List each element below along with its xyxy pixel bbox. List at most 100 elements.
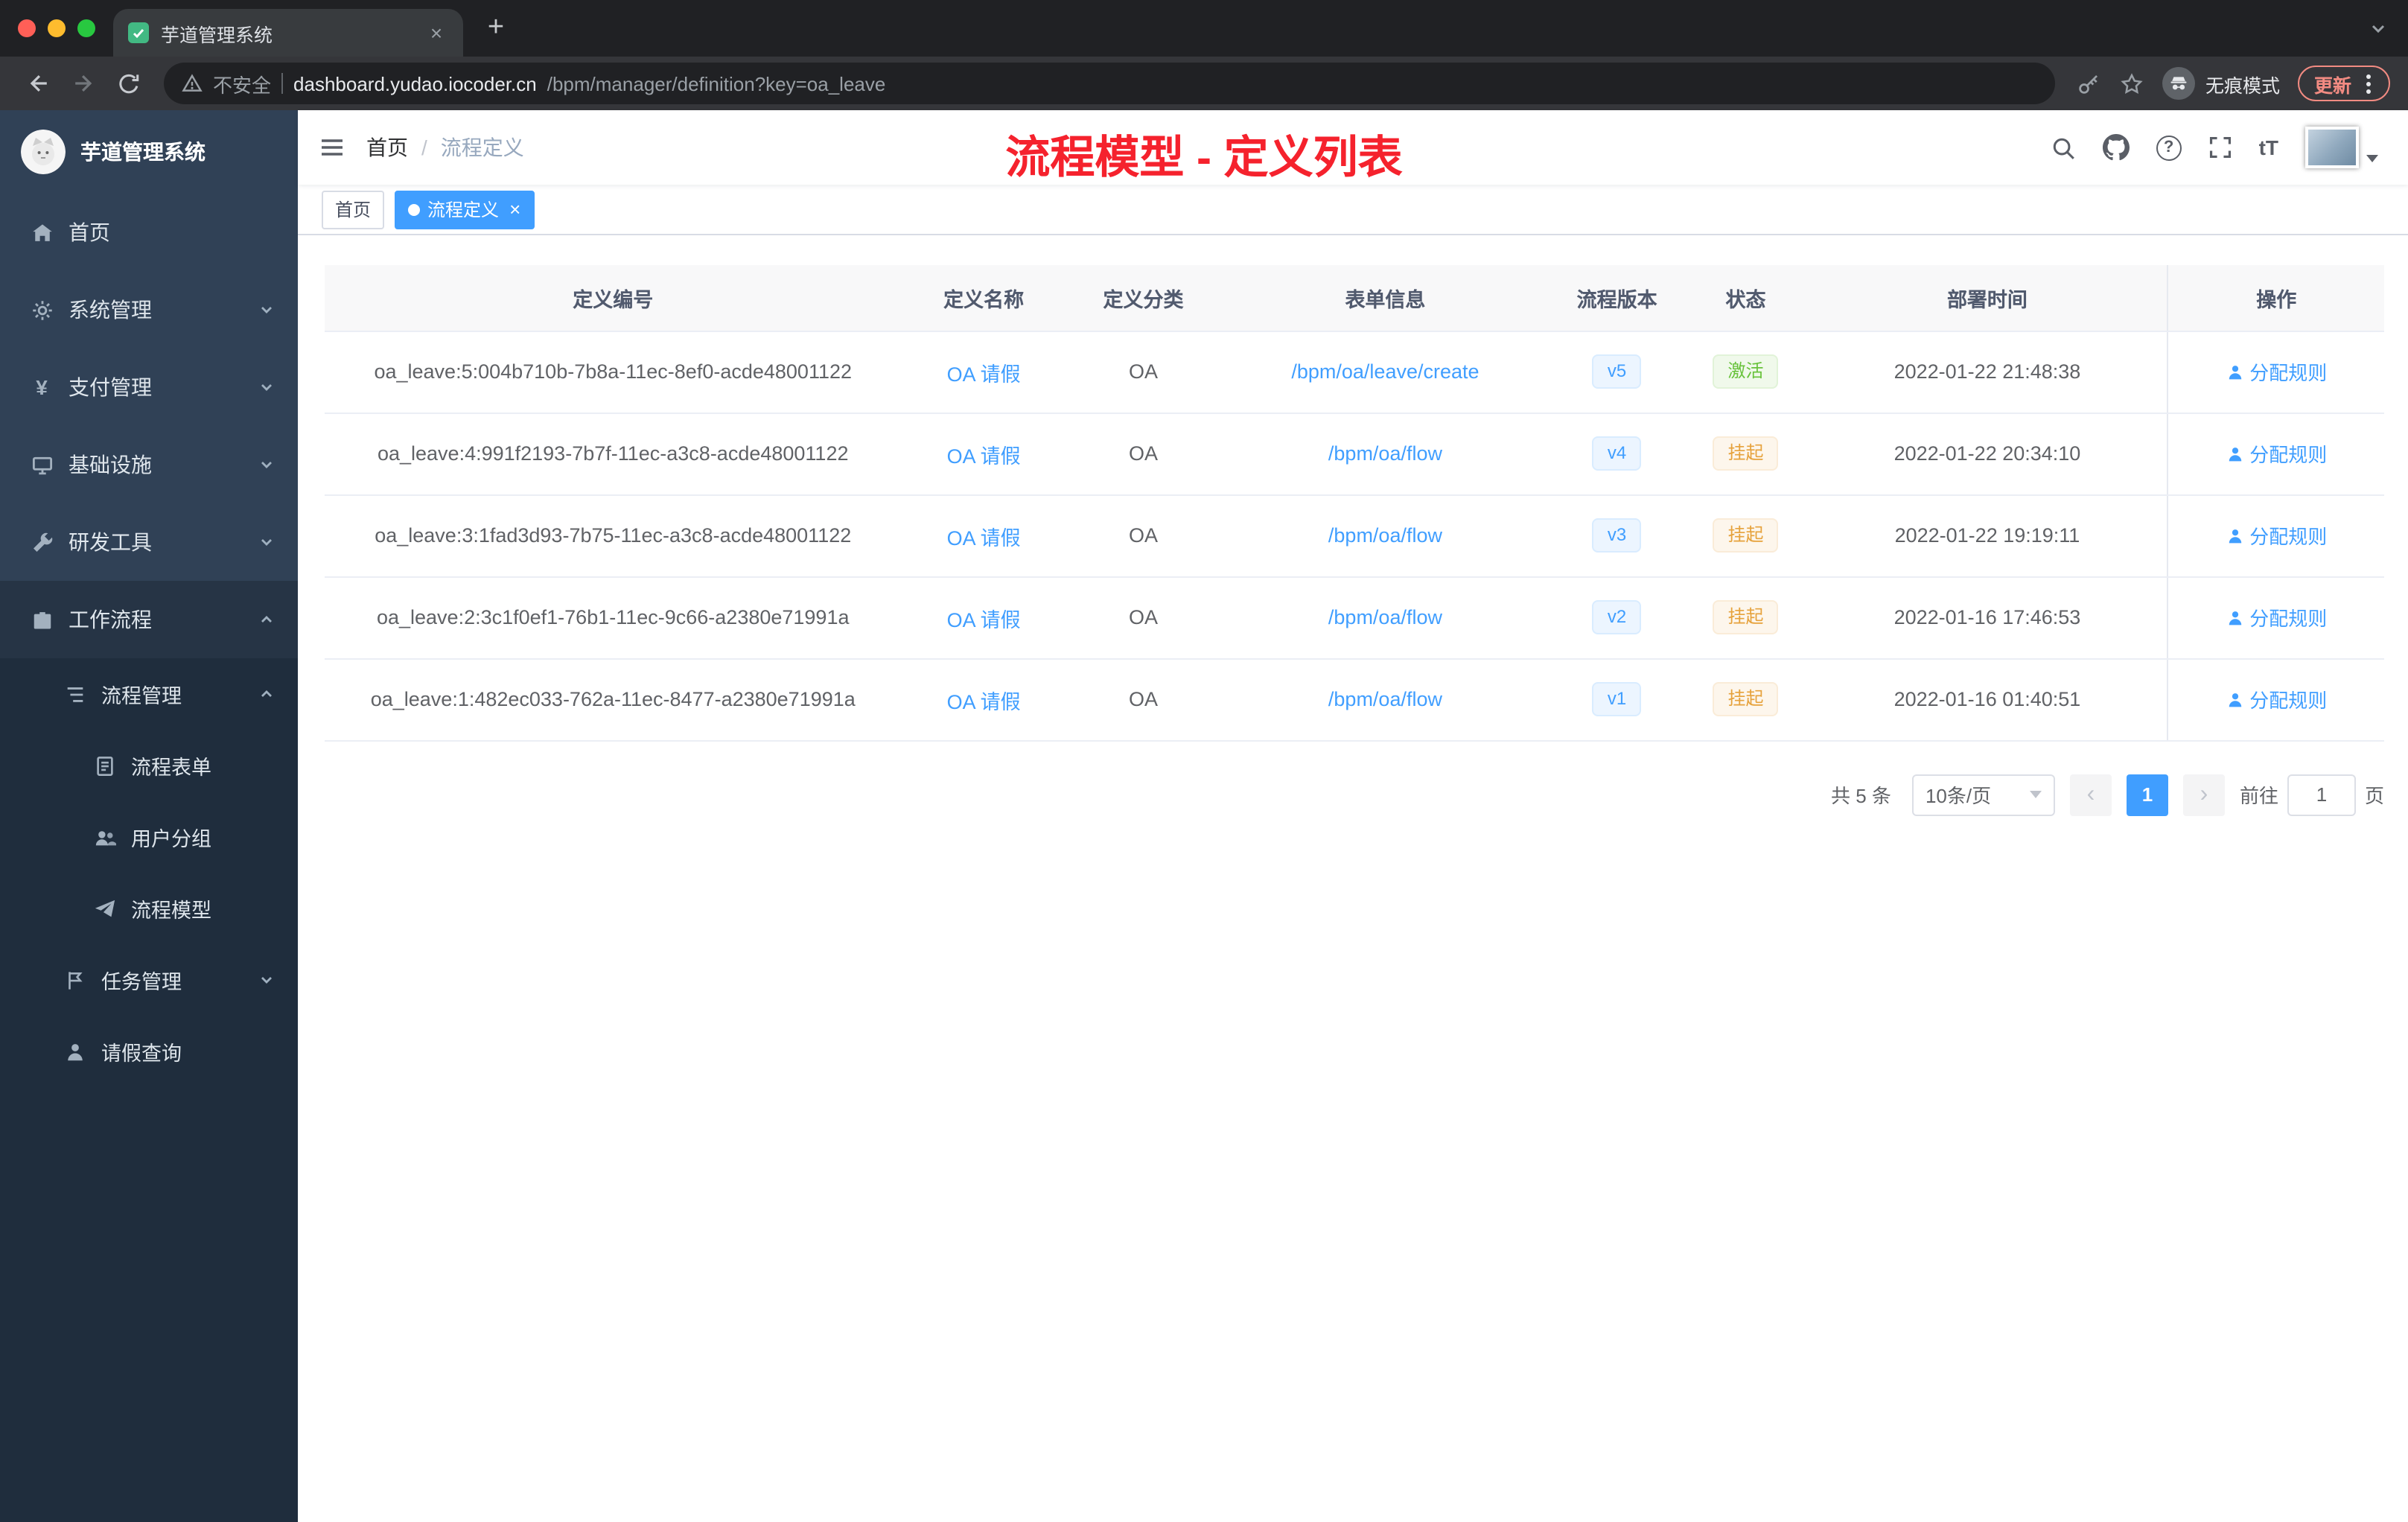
- sidebar-item-task-mgmt[interactable]: 任务管理: [0, 944, 298, 1016]
- definition-name-link[interactable]: OA 请假: [947, 445, 1021, 467]
- sidebar-item-payment[interactable]: ¥ 支付管理: [0, 348, 298, 426]
- incognito-label: 无痕模式: [2205, 75, 2280, 96]
- browser-tab[interactable]: 芋道管理系统 ×: [113, 9, 463, 57]
- flag-icon: [63, 969, 86, 991]
- form-link[interactable]: /bpm/oa/flow: [1328, 442, 1442, 465]
- address-bar: 不安全 dashboard.yudao.iocoder.cn/bpm/manag…: [0, 57, 2408, 110]
- assign-rule-link[interactable]: 分配规则: [2226, 603, 2327, 631]
- tab-search-chevron-icon[interactable]: [2369, 19, 2387, 37]
- chevron-down-icon: [259, 535, 274, 550]
- sidebar-item-home[interactable]: 首页: [0, 194, 298, 271]
- password-key-icon[interactable]: [2076, 71, 2101, 96]
- logo-row[interactable]: 芋道管理系统: [0, 110, 298, 194]
- avatar[interactable]: [2305, 127, 2359, 168]
- page-size-select[interactable]: 10条/页: [1911, 774, 2055, 815]
- goto-suffix: 页: [2364, 785, 2384, 807]
- reload-button[interactable]: [107, 63, 149, 104]
- help-icon[interactable]: ?: [2156, 135, 2182, 160]
- url-path: /bpm/manager/definition?key=oa_leave: [547, 72, 886, 95]
- definition-name-link[interactable]: OA 请假: [947, 690, 1021, 713]
- chevron-down-icon: [259, 380, 274, 395]
- sidebar-item-label: 工作流程: [69, 608, 152, 631]
- view-tag[interactable]: 首页: [322, 190, 385, 229]
- table-row: oa_leave:2:3c1f0ef1-76b1-11ec-9c66-a2380…: [325, 576, 2384, 659]
- sidebar-item-leave-query[interactable]: 请假查询: [0, 1016, 298, 1087]
- cell-status: 挂起: [1684, 494, 1808, 577]
- tag-close-icon[interactable]: ×: [509, 200, 520, 219]
- search-icon[interactable]: [2051, 135, 2076, 160]
- cell-version: v2: [1549, 576, 1684, 659]
- close-window-button[interactable]: [18, 19, 36, 37]
- fullscreen-icon[interactable]: [2208, 136, 2232, 159]
- cell-actions: 分配规则: [2167, 413, 2384, 495]
- assign-rule-link[interactable]: 分配规则: [2226, 685, 2327, 713]
- more-menu-icon[interactable]: [2366, 81, 2371, 86]
- bookmark-star-icon[interactable]: [2119, 71, 2144, 96]
- cell-actions: 分配规则: [2167, 658, 2384, 741]
- app-title: 芋道管理系统: [80, 140, 206, 164]
- cell-form: /bpm/oa/flow: [1220, 658, 1550, 741]
- page-number-button[interactable]: 1: [2126, 774, 2168, 815]
- sidebar-item-process-model[interactable]: 流程模型: [0, 873, 298, 944]
- status-badge: 激活: [1713, 354, 1779, 389]
- sidebar-item-user-group[interactable]: 用户分组: [0, 801, 298, 873]
- tab-close-icon[interactable]: ×: [424, 21, 448, 45]
- cell-definition-name: OA 请假: [901, 331, 1066, 413]
- prev-page-button[interactable]: ‹: [2069, 774, 2112, 815]
- sidebar-item-process-form[interactable]: 流程表单: [0, 730, 298, 801]
- cell-form: /bpm/oa/flow: [1220, 413, 1550, 495]
- screen: 芋道管理系统 × + 不安全 dashboard.yudao.iocoder.c…: [0, 0, 2408, 1522]
- version-badge: v3: [1592, 518, 1642, 553]
- back-button[interactable]: [18, 63, 60, 104]
- user-icon: [2226, 526, 2243, 544]
- users-icon: [92, 826, 116, 848]
- hamburger-icon[interactable]: [319, 134, 345, 161]
- sidebar-item-process-mgmt[interactable]: 流程管理: [0, 658, 298, 730]
- breadcrumb-home[interactable]: 首页: [366, 133, 408, 162]
- new-tab-button[interactable]: +: [475, 7, 517, 49]
- user-icon: [2226, 608, 2243, 626]
- column-header-8: 操作: [2167, 265, 2384, 331]
- column-header-4: 表单信息: [1220, 265, 1550, 331]
- font-size-icon[interactable]: tT: [2259, 136, 2278, 159]
- zoom-window-button[interactable]: [77, 19, 95, 37]
- next-page-button[interactable]: ›: [2182, 774, 2225, 815]
- cell-version: v3: [1549, 494, 1684, 577]
- assign-rule-link[interactable]: 分配规则: [2226, 521, 2327, 550]
- column-header-2: 定义名称: [901, 265, 1066, 331]
- sidebar-item-devtools[interactable]: 研发工具: [0, 503, 298, 581]
- form-link[interactable]: /bpm/oa/flow: [1328, 524, 1442, 547]
- definition-name-link[interactable]: OA 请假: [947, 526, 1021, 549]
- update-chrome-button[interactable]: 更新: [2297, 66, 2390, 101]
- user-menu[interactable]: [2305, 127, 2378, 168]
- sidebar-item-infra[interactable]: 基础设施: [0, 426, 298, 503]
- breadcrumb: 首页 / 流程定义: [366, 133, 524, 162]
- form-link[interactable]: /bpm/oa/leave/create: [1291, 360, 1479, 383]
- browser-chrome: 芋道管理系统 × + 不安全 dashboard.yudao.iocoder.c…: [0, 0, 2408, 110]
- sidebar-item-system[interactable]: 系统管理: [0, 271, 298, 348]
- user-icon: [2226, 690, 2243, 708]
- cell-definition-id: oa_leave:4:991f2193-7b7f-11ec-a3c8-acde4…: [325, 413, 902, 495]
- not-secure-warning-icon: [182, 73, 203, 94]
- assign-rule-link[interactable]: 分配规则: [2226, 357, 2327, 386]
- minimize-window-button[interactable]: [48, 19, 66, 37]
- forward-button[interactable]: [63, 63, 104, 104]
- url-bar[interactable]: 不安全 dashboard.yudao.iocoder.cn/bpm/manag…: [164, 63, 2055, 104]
- goto-page-input[interactable]: [2287, 774, 2356, 815]
- table-row: oa_leave:3:1fad3d93-7b75-11ec-a3c8-acde4…: [325, 494, 2384, 577]
- total-count: 共 5 条: [1831, 785, 1891, 807]
- view-tag[interactable]: 流程定义 ×: [395, 190, 535, 229]
- version-badge: v1: [1592, 682, 1642, 716]
- cell-actions: 分配规则: [2167, 576, 2384, 659]
- assign-rule-link[interactable]: 分配规则: [2226, 439, 2327, 468]
- github-icon[interactable]: [2102, 134, 2130, 161]
- definition-name-link[interactable]: OA 请假: [947, 608, 1021, 631]
- table-row: oa_leave:5:004b710b-7b8a-11ec-8ef0-acde4…: [325, 331, 2384, 413]
- form-link[interactable]: /bpm/oa/flow: [1328, 688, 1442, 710]
- cell-definition-name: OA 请假: [901, 576, 1066, 659]
- form-link[interactable]: /bpm/oa/flow: [1328, 606, 1442, 628]
- cell-category: OA: [1066, 331, 1221, 413]
- definition-name-link[interactable]: OA 请假: [947, 363, 1021, 385]
- sidebar-item-workflow[interactable]: 工作流程: [0, 581, 298, 658]
- cell-status: 挂起: [1684, 413, 1808, 495]
